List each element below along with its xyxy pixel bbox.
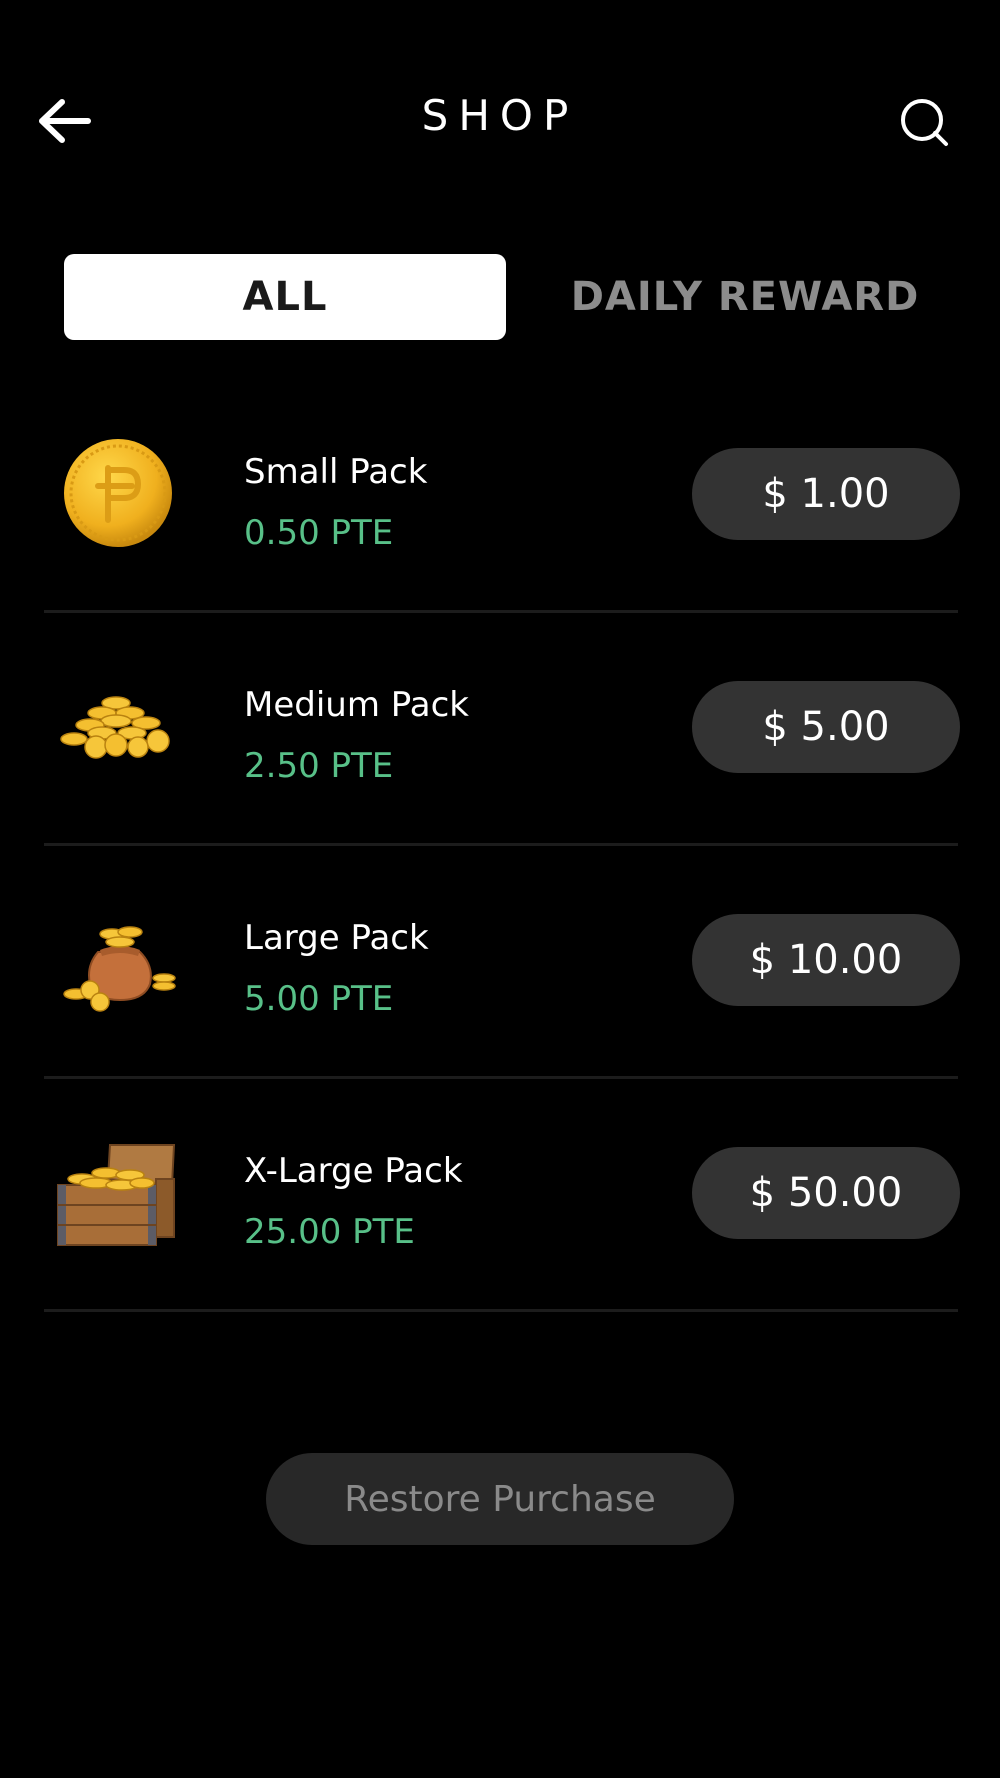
restore-purchase-button[interactable]: Restore Purchase [266, 1453, 734, 1545]
pack-list: Small Pack 0.50 PTE $ 1.00 Medium Pack 2… [0, 380, 1000, 1312]
divider [44, 1309, 958, 1312]
list-item-medium-pack: Medium Pack 2.50 PTE $ 5.00 [0, 613, 1000, 846]
shop-tabs: ALL DAILY REWARD [64, 254, 956, 340]
pack-name: X-Large Pack [244, 1151, 463, 1191]
single-coin-icon [52, 428, 184, 558]
treasure-chest-icon [52, 1127, 184, 1257]
search-icon [901, 99, 948, 146]
pack-name: Small Pack [244, 452, 428, 492]
pack-amount: 0.50 PTE [244, 513, 394, 553]
pack-amount: 25.00 PTE [244, 1212, 415, 1252]
page-title: SHOP [421, 91, 579, 140]
buy-large-pack-button[interactable]: $ 10.00 [692, 914, 960, 1006]
buy-x-large-pack-button[interactable]: $ 50.00 [692, 1147, 960, 1239]
list-item-x-large-pack: X-Large Pack 25.00 PTE $ 50.00 [0, 1079, 1000, 1312]
pack-amount: 5.00 PTE [244, 979, 394, 1019]
coin-sack-icon [52, 894, 184, 1024]
app-header: SHOP [0, 0, 1000, 240]
pack-name: Medium Pack [244, 685, 469, 725]
list-item-small-pack: Small Pack 0.50 PTE $ 1.00 [0, 380, 1000, 613]
list-item-large-pack: Large Pack 5.00 PTE $ 10.00 [0, 846, 1000, 1079]
buy-small-pack-button[interactable]: $ 1.00 [692, 448, 960, 540]
tab-all[interactable]: ALL [64, 254, 506, 340]
pack-name: Large Pack [244, 918, 429, 958]
coin-pile-icon [52, 661, 184, 791]
tab-daily-reward[interactable]: DAILY REWARD [534, 254, 956, 340]
buy-medium-pack-button[interactable]: $ 5.00 [692, 681, 960, 773]
pack-amount: 2.50 PTE [244, 746, 394, 786]
search-button[interactable] [898, 96, 950, 148]
